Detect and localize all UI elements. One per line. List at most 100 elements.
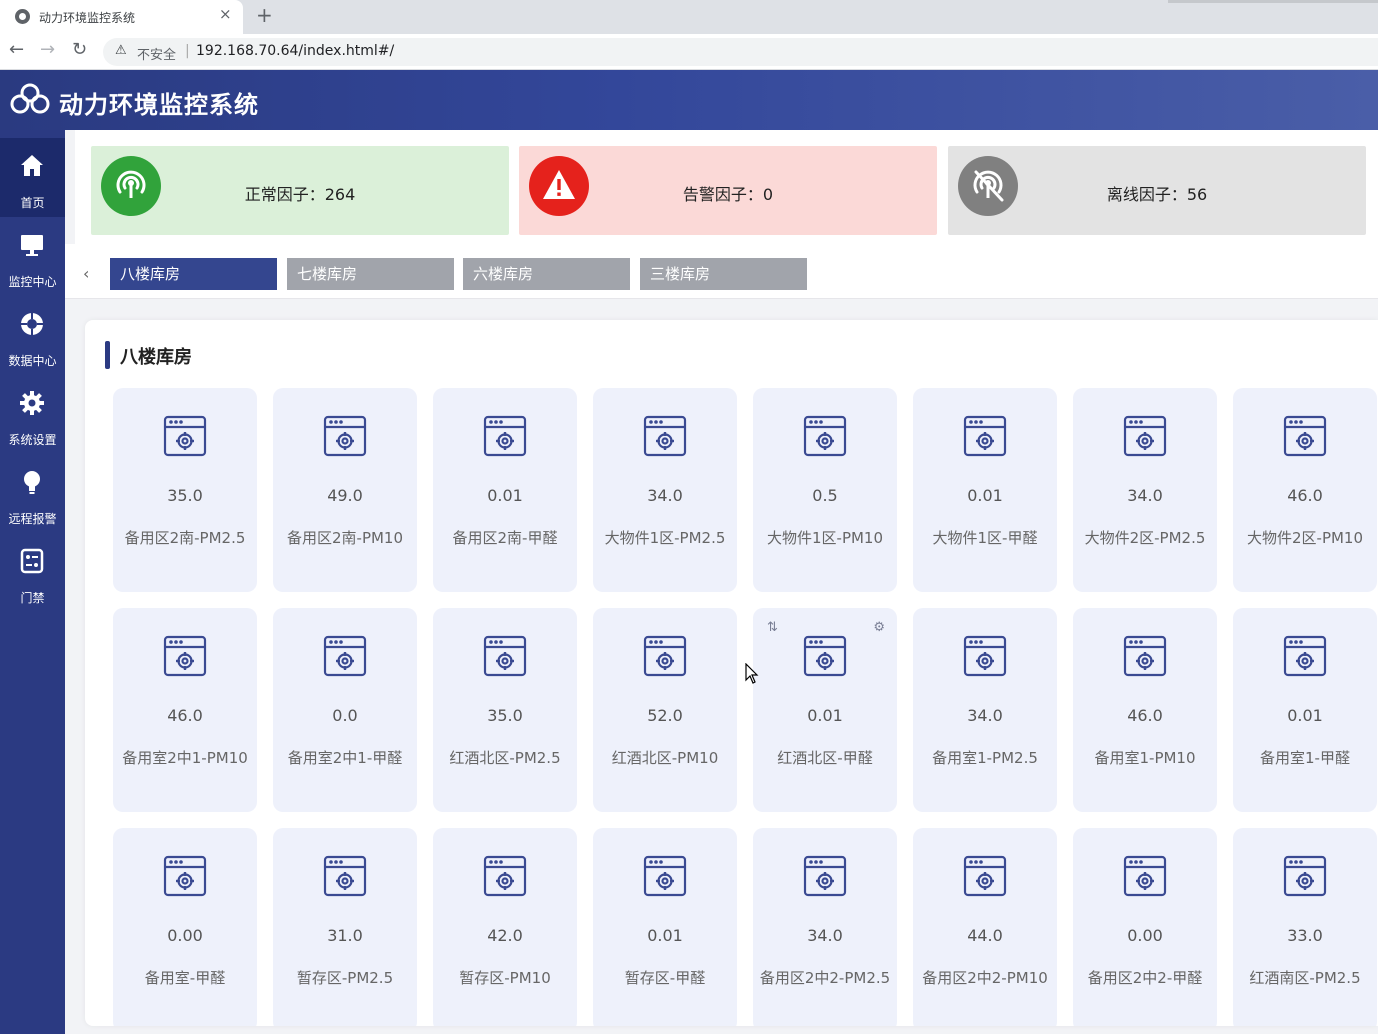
sensor-card[interactable]: 0.01 备用区2南-甲醛 — [433, 388, 577, 592]
tab-floor-6[interactable]: 六楼库房 — [463, 258, 630, 290]
sensor-label: 红酒南区-PM2.5 — [1249, 969, 1361, 987]
sensor-card[interactable]: 33.0 红酒南区-PM2.5 — [1233, 828, 1377, 1026]
sidebar-item-data[interactable]: 数据中心 — [0, 296, 65, 375]
offline-status-card: 离线因子：56 — [948, 146, 1366, 235]
sidebar-item-access[interactable]: 门禁 — [0, 533, 65, 612]
sensor-card[interactable]: 46.0 备用室1-PM10 — [1073, 608, 1217, 812]
new-tab-button[interactable]: + — [256, 3, 273, 27]
sensor-device-icon — [803, 414, 847, 458]
sensor-label: 备用室1-PM2.5 — [932, 749, 1038, 767]
sensor-value: 33.0 — [1287, 926, 1323, 945]
sensor-device-icon — [483, 634, 527, 678]
sensor-label: 暂存区-PM10 — [459, 969, 551, 987]
sensor-card[interactable]: 0.01 大物件1区-甲醛 — [913, 388, 1057, 592]
sensor-card[interactable]: 34.0 大物件1区-PM2.5 — [593, 388, 737, 592]
sensor-label: 备用区2中2-PM2.5 — [759, 969, 891, 987]
sidebar-item-monitor[interactable]: 监控中心 — [0, 217, 65, 296]
panel-icon — [20, 548, 44, 574]
sensor-card[interactable]: 0.0 备用室2中1-甲醛 — [273, 608, 417, 812]
sensor-label: 备用区2南-PM2.5 — [124, 529, 246, 547]
alarm-count: 告警因子：0 — [682, 185, 774, 204]
sensor-card[interactable]: 0.01 红酒北区-甲醛 ⇅ ⚙ — [753, 608, 897, 812]
sensor-card[interactable]: 42.0 暂存区-PM10 — [433, 828, 577, 1026]
sensor-card[interactable]: 46.0 备用室2中1-PM10 — [113, 608, 257, 812]
url-separator: | — [185, 43, 190, 59]
sidebar-item-alarm[interactable]: 远程报警 — [0, 454, 65, 533]
sensor-value: 0.01 — [487, 486, 523, 505]
tab-floor-3[interactable]: 三楼库房 — [640, 258, 807, 290]
sensor-card[interactable]: 46.0 大物件2区-PM10 — [1233, 388, 1377, 592]
sensor-label: 备用室2中1-甲醛 — [287, 749, 403, 767]
sensor-device-icon — [483, 414, 527, 458]
sensor-label: 大物件1区-甲醛 — [932, 529, 1038, 547]
sensor-value: 34.0 — [1127, 486, 1163, 505]
lifebuoy-icon — [21, 313, 43, 335]
sensor-device-icon — [1283, 634, 1327, 678]
sensor-card[interactable]: 0.5 大物件1区-PM10 — [753, 388, 897, 592]
sensor-value: 0.5 — [812, 486, 838, 505]
main-content: 正常因子：264 告警因子：0 离线因子：56 ‹ 八楼库房 七楼库房 六楼库房… — [65, 130, 1378, 1034]
security-label[interactable]: 不安全 — [137, 44, 176, 63]
url-text[interactable]: 192.168.70.64/index.html#/ — [196, 43, 394, 59]
sensor-label: 备用区2中2-甲醛 — [1087, 969, 1203, 987]
browser-tab[interactable]: 动力环境监控系统 × — [0, 0, 243, 34]
address-bar[interactable]: ⚠ 不安全 | 192.168.70.64/index.html#/ — [103, 38, 1378, 66]
sensor-device-icon — [963, 634, 1007, 678]
sensor-device-icon — [1283, 414, 1327, 458]
sidebar: 首页 监控中心 数据中心 系统设置 远程报警 门禁 — [0, 130, 65, 1034]
swap-icon[interactable]: ⇅ — [767, 620, 778, 635]
sensor-card[interactable]: 0.00 备用区2中2-甲醛 — [1073, 828, 1217, 1026]
sensor-value: 0.0 — [332, 706, 358, 725]
settings-gear-icon[interactable]: ⚙ — [873, 620, 885, 635]
sensor-card[interactable]: 44.0 备用区2中2-PM10 — [913, 828, 1057, 1026]
alarm-status-card: 告警因子：0 — [519, 146, 937, 235]
back-button[interactable]: ← — [9, 39, 24, 60]
sidebar-item-settings[interactable]: 系统设置 — [0, 375, 65, 454]
sensor-card[interactable]: 0.01 暂存区-甲醛 — [593, 828, 737, 1026]
sensor-label: 暂存区-甲醛 — [624, 969, 706, 987]
reload-button[interactable]: ↻ — [72, 39, 87, 60]
sensor-label: 大物件2区-PM2.5 — [1084, 529, 1206, 547]
sensor-card[interactable]: 0.01 备用室1-甲醛 — [1233, 608, 1377, 812]
sensor-label: 备用区2中2-PM10 — [922, 969, 1048, 987]
sensor-card[interactable]: 35.0 备用区2南-PM2.5 — [113, 388, 257, 592]
sensor-value: 0.01 — [647, 926, 683, 945]
close-icon[interactable]: × — [219, 5, 232, 23]
forward-button[interactable]: → — [40, 39, 55, 60]
sensor-card[interactable]: 52.0 红酒北区-PM10 — [593, 608, 737, 812]
sidebar-item-home[interactable]: 首页 — [0, 138, 65, 217]
sidebar-item-label: 监控中心 — [8, 275, 57, 289]
monitor-icon — [21, 235, 43, 256]
sensor-label: 大物件1区-PM10 — [766, 529, 884, 547]
sensor-label: 备用室2中1-PM10 — [122, 749, 248, 767]
sensor-card[interactable]: 34.0 备用区2中2-PM2.5 — [753, 828, 897, 1026]
chevron-left-icon[interactable]: ‹ — [83, 264, 89, 283]
sensor-card[interactable]: 34.0 备用室1-PM2.5 — [913, 608, 1057, 812]
sensor-label: 大物件1区-PM2.5 — [604, 529, 726, 547]
sensor-label: 备用区2南-PM10 — [286, 529, 404, 547]
sensor-device-icon — [323, 414, 367, 458]
sensor-value: 0.00 — [167, 926, 203, 945]
sensor-value: 49.0 — [327, 486, 363, 505]
sensor-card[interactable]: 0.00 备用室-甲醛 — [113, 828, 257, 1026]
warning-icon[interactable]: ⚠ — [115, 43, 127, 58]
sensor-card[interactable]: 49.0 备用区2南-PM10 — [273, 388, 417, 592]
sensor-device-icon — [803, 634, 847, 678]
mouse-cursor-icon — [745, 663, 759, 684]
sensor-card[interactable]: 31.0 暂存区-PM2.5 — [273, 828, 417, 1026]
title-accent-bar — [105, 341, 110, 369]
sensor-value: 35.0 — [487, 706, 523, 725]
globe-icon — [15, 9, 30, 24]
sensor-value: 52.0 — [647, 706, 683, 725]
sensor-label: 红酒北区-PM2.5 — [449, 749, 561, 767]
sensor-device-icon — [1123, 634, 1167, 678]
sensor-value: 34.0 — [647, 486, 683, 505]
browser-toolbar: ← → ↻ ⚠ 不安全 | 192.168.70.64/index.html#/ — [0, 34, 1378, 70]
sensor-card[interactable]: 35.0 红酒北区-PM2.5 — [433, 608, 577, 812]
sidebar-item-label: 系统设置 — [8, 433, 57, 447]
sensor-device-icon — [323, 854, 367, 898]
tab-floor-8[interactable]: 八楼库房 — [110, 258, 277, 290]
tab-floor-7[interactable]: 七楼库房 — [287, 258, 454, 290]
sensor-label: 备用室1-甲醛 — [1260, 749, 1350, 767]
sensor-card[interactable]: 34.0 大物件2区-PM2.5 — [1073, 388, 1217, 592]
